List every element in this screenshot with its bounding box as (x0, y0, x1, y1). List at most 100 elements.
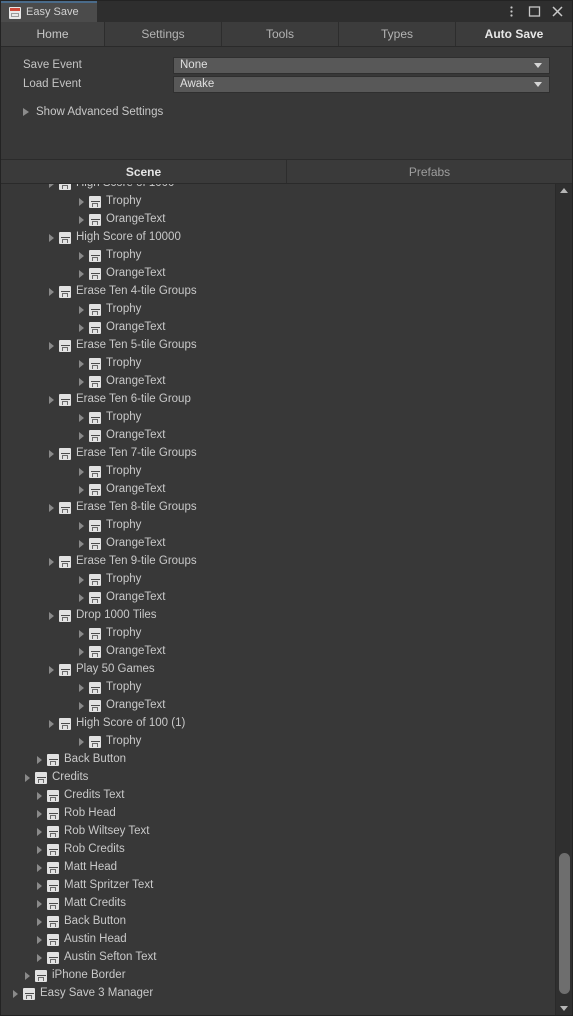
tab-settings[interactable]: Settings (105, 22, 222, 46)
tree-row[interactable]: Trophy (1, 517, 555, 535)
more-options-icon[interactable] (505, 5, 518, 18)
triangle-right-icon[interactable] (79, 432, 84, 440)
triangle-right-icon[interactable] (37, 936, 42, 944)
tree-row[interactable]: OrangeText (1, 589, 555, 607)
tree-row[interactable]: OrangeText (1, 265, 555, 283)
tree-row[interactable]: Trophy (1, 355, 555, 373)
hierarchy-tree[interactable]: High Score of 1000 Trophy OrangeText High S… (1, 184, 555, 1015)
tree-row[interactable]: Trophy (1, 625, 555, 643)
tree-row[interactable]: Trophy (1, 301, 555, 319)
tree-row[interactable]: Matt Spritzer Text (1, 877, 555, 895)
triangle-right-icon[interactable] (37, 846, 42, 854)
scrollbar-thumb[interactable] (558, 853, 570, 994)
triangle-right-icon[interactable] (79, 486, 84, 494)
triangle-right-icon[interactable] (37, 864, 42, 872)
tree-row[interactable]: OrangeText (1, 643, 555, 661)
tree-row[interactable]: Austin Sefton Text (1, 949, 555, 967)
triangle-right-icon[interactable] (79, 198, 84, 206)
show-advanced-settings-foldout[interactable]: Show Advanced Settings (1, 103, 572, 121)
tree-row[interactable]: Trophy (1, 571, 555, 589)
triangle-right-icon[interactable] (49, 396, 54, 404)
tab-prefabs[interactable]: Prefabs (286, 160, 572, 183)
triangle-right-icon[interactable] (37, 792, 42, 800)
triangle-right-icon[interactable] (37, 882, 42, 890)
tab-scene[interactable]: Scene (1, 160, 286, 183)
tab-home[interactable]: Home (1, 22, 105, 46)
triangle-right-icon[interactable] (37, 954, 42, 962)
scroll-down-button[interactable] (556, 1002, 573, 1015)
tree-row[interactable]: High Score of 100 (1) (1, 715, 555, 733)
triangle-right-icon[interactable] (79, 360, 84, 368)
tree-row[interactable]: Erase Ten 6-tile Group (1, 391, 555, 409)
tree-row[interactable]: Trophy (1, 733, 555, 751)
triangle-right-icon[interactable] (49, 558, 54, 566)
triangle-right-icon[interactable] (49, 666, 54, 674)
tree-row[interactable]: High Score of 1000 (1, 184, 555, 193)
triangle-right-icon[interactable] (49, 342, 54, 350)
tree-row[interactable]: Rob Wiltsey Text (1, 823, 555, 841)
tree-row[interactable]: Trophy (1, 193, 555, 211)
tree-row[interactable]: Rob Head (1, 805, 555, 823)
tree-row[interactable]: OrangeText (1, 373, 555, 391)
tree-row[interactable]: Matt Head (1, 859, 555, 877)
scroll-up-button[interactable] (556, 184, 573, 197)
triangle-right-icon[interactable] (79, 594, 84, 602)
tab-types[interactable]: Types (339, 22, 456, 46)
triangle-right-icon[interactable] (79, 738, 84, 746)
tree-row[interactable]: Rob Credits (1, 841, 555, 859)
triangle-right-icon[interactable] (79, 270, 84, 278)
triangle-right-icon[interactable] (49, 288, 54, 296)
triangle-right-icon[interactable] (49, 504, 54, 512)
triangle-right-icon[interactable] (79, 216, 84, 224)
triangle-right-icon[interactable] (49, 720, 54, 728)
triangle-right-icon[interactable] (79, 702, 84, 710)
tree-row[interactable]: Erase Ten 9-tile Groups (1, 553, 555, 571)
triangle-right-icon[interactable] (79, 540, 84, 548)
triangle-right-icon[interactable] (79, 522, 84, 530)
triangle-right-icon[interactable] (79, 648, 84, 656)
triangle-right-icon[interactable] (79, 576, 84, 584)
triangle-right-icon[interactable] (79, 378, 84, 386)
tree-row[interactable]: Trophy (1, 463, 555, 481)
tree-row[interactable]: Credits Text (1, 787, 555, 805)
triangle-right-icon[interactable] (25, 774, 30, 782)
tree-row[interactable]: Trophy (1, 409, 555, 427)
tree-row[interactable]: Erase Ten 7-tile Groups (1, 445, 555, 463)
close-icon[interactable] (551, 5, 564, 18)
triangle-right-icon[interactable] (79, 684, 84, 692)
triangle-right-icon[interactable] (79, 324, 84, 332)
tree-row[interactable]: OrangeText (1, 697, 555, 715)
save-event-dropdown[interactable]: None (173, 56, 550, 74)
triangle-right-icon[interactable] (79, 468, 84, 476)
triangle-right-icon[interactable] (79, 414, 84, 422)
tab-tools[interactable]: Tools (222, 22, 339, 46)
tree-row[interactable]: Play 50 Games (1, 661, 555, 679)
triangle-right-icon[interactable] (37, 828, 42, 836)
tree-row[interactable]: OrangeText (1, 211, 555, 229)
tree-row[interactable]: Erase Ten 4-tile Groups (1, 283, 555, 301)
tree-row[interactable]: Back Button (1, 913, 555, 931)
tree-row[interactable]: OrangeText (1, 319, 555, 337)
tree-row[interactable]: OrangeText (1, 481, 555, 499)
window-tab-easy-save[interactable]: Easy Save (1, 1, 97, 22)
tree-row[interactable]: High Score of 10000 (1, 229, 555, 247)
load-event-dropdown[interactable]: Awake (173, 75, 550, 93)
triangle-right-icon[interactable] (37, 810, 42, 818)
vertical-scrollbar[interactable] (555, 184, 572, 1015)
tree-row[interactable]: Drop 1000 Tiles (1, 607, 555, 625)
tree-row[interactable]: Trophy (1, 247, 555, 265)
tree-row[interactable]: Austin Head (1, 931, 555, 949)
triangle-right-icon[interactable] (37, 918, 42, 926)
tree-row[interactable]: Back Button (1, 751, 555, 769)
tab-auto-save[interactable]: Auto Save (456, 22, 572, 46)
triangle-right-icon[interactable] (13, 990, 18, 998)
triangle-right-icon[interactable] (79, 630, 84, 638)
triangle-right-icon[interactable] (37, 756, 42, 764)
triangle-right-icon[interactable] (49, 612, 54, 620)
triangle-right-icon[interactable] (49, 450, 54, 458)
tree-row[interactable]: Matt Credits (1, 895, 555, 913)
tree-row[interactable]: Trophy (1, 679, 555, 697)
tree-row[interactable]: Easy Save 3 Manager (1, 985, 555, 1003)
tree-row[interactable]: OrangeText (1, 427, 555, 445)
tree-row[interactable]: iPhone Border (1, 967, 555, 985)
